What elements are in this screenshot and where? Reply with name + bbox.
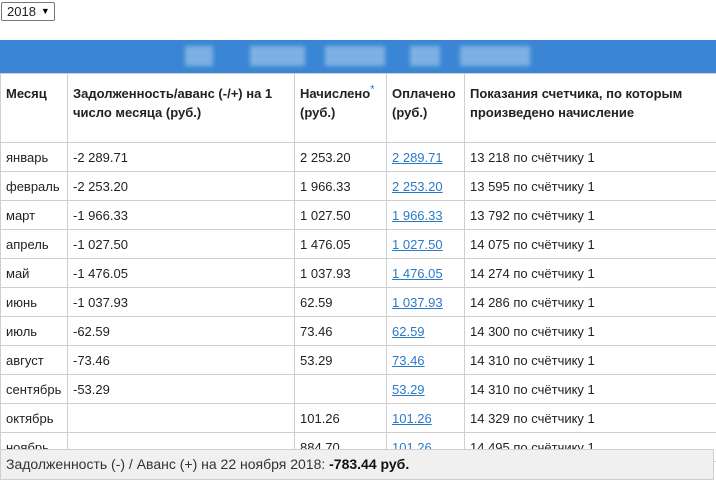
table-row: июнь -1 037.93 62.59 1 037.93 14 286 по счёт…	[0, 287, 716, 317]
blurred-title-fragment	[410, 46, 440, 66]
cell-accrued: 1 037.93	[294, 258, 387, 288]
cell-month: февраль	[0, 171, 68, 201]
cell-month: март	[0, 200, 68, 230]
cell-meter: 14 310 по счётчику 1	[464, 374, 716, 404]
cell-meter: 14 286 по счётчику 1	[464, 287, 716, 317]
payment-link[interactable]: 62.59	[392, 324, 425, 339]
year-select-value: 2018	[7, 4, 36, 19]
header-paid-label: Оплачено	[392, 86, 456, 101]
cell-accrued	[294, 374, 387, 404]
blurred-title-fragment	[460, 46, 530, 66]
cell-meter: 14 329 по счётчику 1	[464, 403, 716, 433]
cell-paid: 2 289.71	[386, 142, 465, 172]
cell-accrued: 53.29	[294, 345, 387, 375]
header-banner	[0, 40, 716, 73]
cell-debt: -62.59	[67, 316, 295, 346]
cell-paid: 73.46	[386, 345, 465, 375]
table-row: октябрь 101.26 101.26 14 329 по счётчику 1	[0, 403, 716, 433]
cell-debt: -1 037.93	[67, 287, 295, 317]
cell-month: апрель	[0, 229, 68, 259]
header-paid-unit: (руб.)	[392, 105, 428, 120]
payment-link[interactable]: 73.46	[392, 353, 425, 368]
cell-meter: 14 274 по счётчику 1	[464, 258, 716, 288]
cell-meter: 13 792 по счётчику 1	[464, 200, 716, 230]
cell-month: август	[0, 345, 68, 375]
table-row: февраль -2 253.20 1 966.33 2 253.20 13 595 п…	[0, 171, 716, 201]
cell-meter: 14 075 по счётчику 1	[464, 229, 716, 259]
year-select[interactable]: 2018 ▼	[1, 2, 55, 21]
cell-debt	[67, 403, 295, 433]
table-row: март -1 966.33 1 027.50 1 966.33 13 792 по с…	[0, 200, 716, 230]
payment-link[interactable]: 2 289.71	[392, 150, 443, 165]
balance-summary: Задолженность (-) / Аванс (+) на 22 нояб…	[0, 449, 714, 480]
cell-month: сентябрь	[0, 374, 68, 404]
cell-paid: 1 966.33	[386, 200, 465, 230]
table-header-row: Месяц Задолженность/аванс (-/+) на 1 чис…	[0, 73, 716, 143]
balance-summary-value: -783.44 руб.	[329, 456, 410, 472]
payment-link[interactable]: 1 037.93	[392, 295, 443, 310]
header-debt: Задолженность/аванс (-/+) на 1 число мес…	[67, 73, 295, 143]
header-month: Месяц	[0, 73, 68, 143]
cell-paid: 1 027.50	[386, 229, 465, 259]
table-row: август -73.46 53.29 73.46 14 310 по счётчику…	[0, 345, 716, 375]
cell-debt: -1 966.33	[67, 200, 295, 230]
cell-paid: 1 037.93	[386, 287, 465, 317]
cell-accrued: 1 476.05	[294, 229, 387, 259]
cell-month: октябрь	[0, 403, 68, 433]
cell-paid: 62.59	[386, 316, 465, 346]
cell-paid: 1 476.05	[386, 258, 465, 288]
table-row: сентябрь -53.29 53.29 14 310 по счётчику 1	[0, 374, 716, 404]
balance-summary-label: Задолженность (-) / Аванс (+) на 22 нояб…	[6, 456, 330, 472]
header-meter: Показания счетчика, по которым произведе…	[464, 73, 716, 143]
cell-accrued: 62.59	[294, 287, 387, 317]
cell-month: январь	[0, 142, 68, 172]
cell-meter: 14 310 по счётчику 1	[464, 345, 716, 375]
cell-accrued: 2 253.20	[294, 142, 387, 172]
cell-meter: 13 595 по счётчику 1	[464, 171, 716, 201]
accruals-table: Месяц Задолженность/аванс (-/+) на 1 чис…	[0, 73, 716, 462]
table-row: май -1 476.05 1 037.93 1 476.05 14 274 по сч…	[0, 258, 716, 288]
cell-month: июнь	[0, 287, 68, 317]
header-accrued-unit: (руб.)	[300, 105, 336, 120]
header-accrued-label: Начислено	[300, 86, 371, 101]
cell-paid: 53.29	[386, 374, 465, 404]
cell-paid: 2 253.20	[386, 171, 465, 201]
cell-accrued: 73.46	[294, 316, 387, 346]
table-row: июль -62.59 73.46 62.59 14 300 по счётчику 1	[0, 316, 716, 346]
cell-accrued: 101.26	[294, 403, 387, 433]
cell-month: май	[0, 258, 68, 288]
payment-link[interactable]: 1 966.33	[392, 208, 443, 223]
payment-link[interactable]: 1 476.05	[392, 266, 443, 281]
cell-accrued: 1 966.33	[294, 171, 387, 201]
payment-link[interactable]: 101.26	[392, 411, 432, 426]
cell-debt: -53.29	[67, 374, 295, 404]
blurred-title-fragment	[325, 46, 385, 66]
cell-month: июль	[0, 316, 68, 346]
header-paid: Оплачено (руб.)	[386, 73, 465, 143]
cell-meter: 14 300 по счётчику 1	[464, 316, 716, 346]
cell-debt: -1 476.05	[67, 258, 295, 288]
chevron-down-icon: ▼	[40, 6, 50, 16]
cell-debt: -1 027.50	[67, 229, 295, 259]
payment-link[interactable]: 2 253.20	[392, 179, 443, 194]
cell-paid: 101.26	[386, 403, 465, 433]
blurred-title-fragment	[250, 46, 305, 66]
table-row: январь -2 289.71 2 253.20 2 289.71 13 218 по…	[0, 142, 716, 172]
blurred-title-fragment	[185, 46, 213, 66]
footnote-asterisk[interactable]: *	[370, 84, 374, 96]
cell-debt: -73.46	[67, 345, 295, 375]
cell-debt: -2 289.71	[67, 142, 295, 172]
payment-link[interactable]: 1 027.50	[392, 237, 443, 252]
table-row: апрель -1 027.50 1 476.05 1 027.50 14 075 по…	[0, 229, 716, 259]
cell-meter: 13 218 по счётчику 1	[464, 142, 716, 172]
payment-link[interactable]: 53.29	[392, 382, 425, 397]
header-accrued: Начислено* (руб.)	[294, 73, 387, 143]
cell-accrued: 1 027.50	[294, 200, 387, 230]
cell-debt: -2 253.20	[67, 171, 295, 201]
